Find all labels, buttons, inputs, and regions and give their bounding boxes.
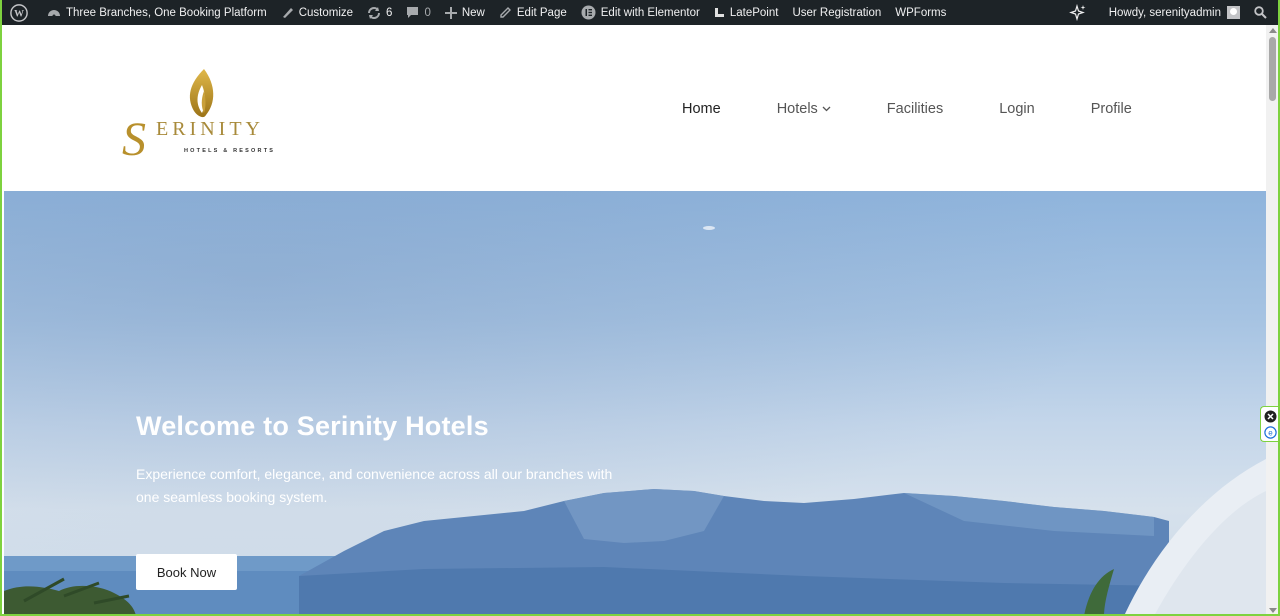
sparkle-icon xyxy=(1068,3,1086,21)
latepoint-link[interactable]: LatePoint xyxy=(707,0,786,25)
my-account-link[interactable]: Howdy, serenityadmin xyxy=(1102,0,1247,25)
customize-link[interactable]: Customize xyxy=(274,0,360,25)
hero-title: Welcome to Serinity Hotels xyxy=(136,411,489,441)
brush-icon xyxy=(282,8,293,18)
svg-text:W: W xyxy=(14,8,24,19)
book-now-button[interactable]: Book Now xyxy=(136,554,237,590)
plus-icon xyxy=(444,6,457,19)
user-registration-label: User Registration xyxy=(792,6,882,19)
site-header: S ERINITY HOTELS & RESORTS Home Hotels F… xyxy=(4,25,1266,191)
scrollbar-thumb[interactable] xyxy=(1269,37,1276,101)
svg-text:HOTELS & RESORTS: HOTELS & RESORTS xyxy=(184,148,275,154)
site-logo[interactable]: S ERINITY HOTELS & RESORTS xyxy=(120,65,280,166)
new-label: New xyxy=(461,6,485,19)
nav-home[interactable]: Home xyxy=(682,101,721,117)
scroll-up-arrow-icon[interactable] xyxy=(1269,28,1277,33)
main-navigation: Home Hotels Facilities Login Profile xyxy=(682,101,1132,117)
search-button[interactable] xyxy=(1247,0,1278,25)
dashboard-icon xyxy=(48,9,60,17)
site-name-label: Three Branches, One Booking Platform xyxy=(66,6,267,19)
wp-admin-bar: W Three Branches, One Booking Platform C… xyxy=(2,0,1278,25)
comment-icon xyxy=(407,7,419,18)
page-scrollbar[interactable] xyxy=(1266,25,1278,614)
wpforms-link[interactable]: WPForms xyxy=(888,0,953,25)
floating-side-widget: e xyxy=(1260,406,1278,442)
latepoint-label: LatePoint xyxy=(729,6,779,19)
user-registration-link[interactable]: User Registration xyxy=(785,0,888,25)
hero-background-image xyxy=(4,226,1266,614)
pencil-icon xyxy=(500,7,511,18)
hero-section: Welcome to Serinity Hotels Experience co… xyxy=(4,191,1266,614)
customize-label: Customize xyxy=(298,6,354,19)
browser-frame: W Three Branches, One Booking Platform C… xyxy=(0,0,1280,616)
new-content-link[interactable]: New xyxy=(438,0,492,25)
nav-hotels[interactable]: Hotels xyxy=(777,101,831,117)
updates-link[interactable]: 6 xyxy=(360,0,399,25)
scroll-down-arrow-icon[interactable] xyxy=(1269,608,1277,613)
hero-subtitle: Experience comfort, elegance, and conven… xyxy=(136,466,613,505)
wpforms-label: WPForms xyxy=(895,6,947,19)
edit-elementor-link[interactable]: Edit with Elementor xyxy=(574,0,707,25)
edit-page-link[interactable]: Edit Page xyxy=(492,0,574,25)
nav-login[interactable]: Login xyxy=(999,101,1034,117)
wordpress-logo-icon[interactable]: W xyxy=(2,0,40,25)
ai-sparkle-button[interactable] xyxy=(1062,0,1102,25)
comments-count: 0 xyxy=(424,6,431,19)
elementor-icon xyxy=(581,5,596,20)
svg-text:S: S xyxy=(122,113,146,165)
nav-profile[interactable]: Profile xyxy=(1091,101,1132,117)
updates-icon xyxy=(368,6,381,19)
svg-text:ERINITY: ERINITY xyxy=(156,118,264,140)
elementor-widget-icon[interactable]: e xyxy=(1264,426,1277,439)
chevron-down-icon xyxy=(822,106,831,112)
edit-page-label: Edit Page xyxy=(516,6,567,19)
site-name-link[interactable]: Three Branches, One Booking Platform xyxy=(40,0,274,25)
howdy-label: Howdy, serenityadmin xyxy=(1108,6,1221,19)
svg-text:e: e xyxy=(1268,429,1273,438)
comments-link[interactable]: 0 xyxy=(399,0,437,25)
nav-facilities[interactable]: Facilities xyxy=(887,101,943,117)
latepoint-icon xyxy=(714,8,724,17)
nav-hotels-label: Hotels xyxy=(776,101,818,117)
edit-elementor-label: Edit with Elementor xyxy=(600,6,700,19)
updates-count: 6 xyxy=(386,6,393,19)
avatar xyxy=(1227,6,1240,19)
search-icon xyxy=(1254,6,1267,19)
close-icon[interactable] xyxy=(1264,410,1277,423)
